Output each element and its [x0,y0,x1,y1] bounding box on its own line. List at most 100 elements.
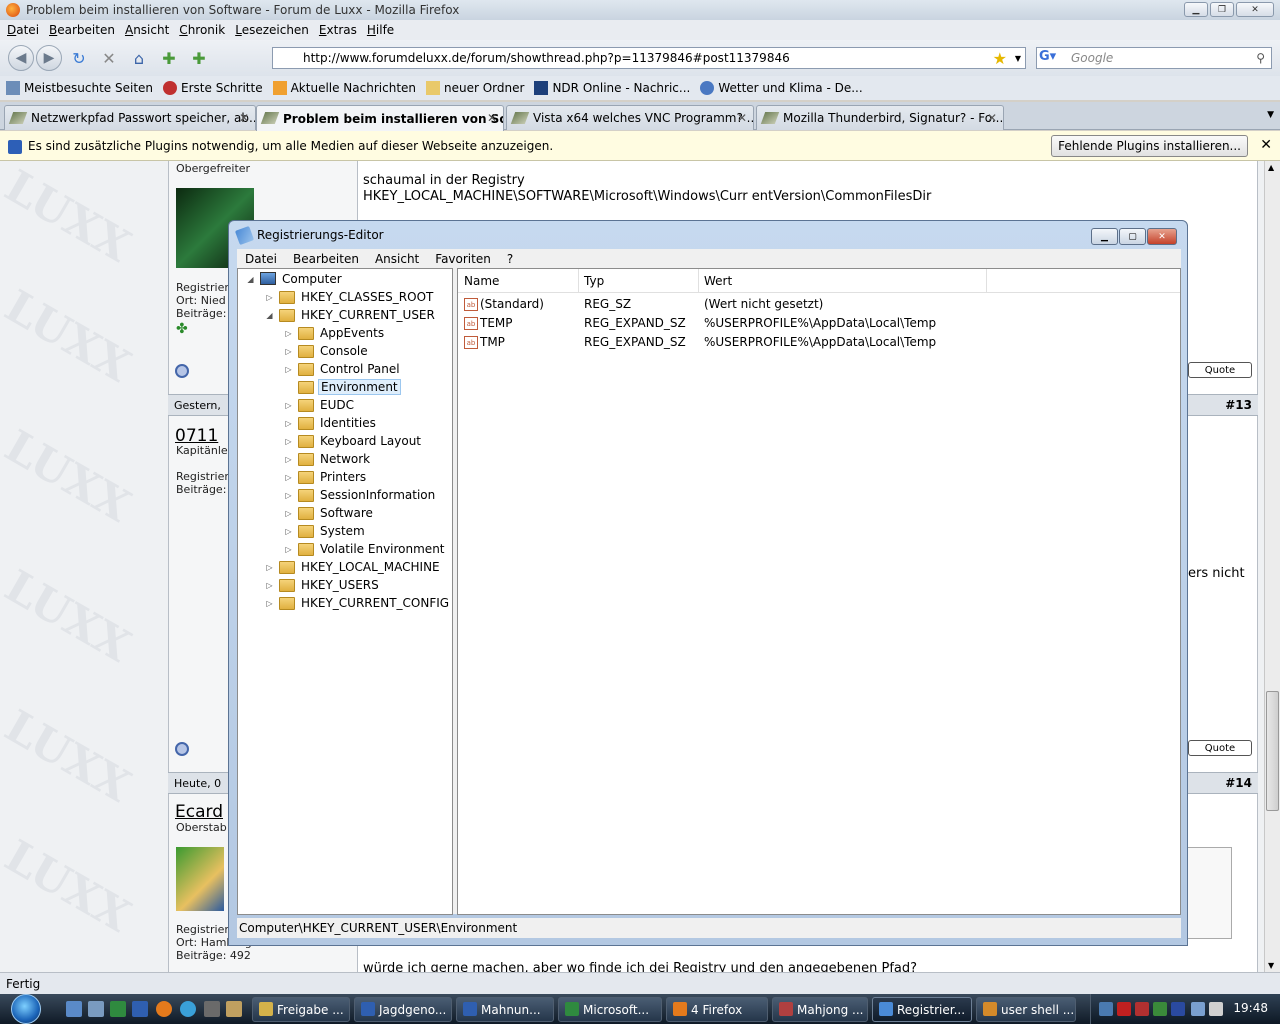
post-number-link[interactable]: #14 [1225,776,1252,790]
expand-icon[interactable]: ▷ [284,491,293,500]
expand-icon[interactable]: ▷ [265,599,274,608]
stop-icon[interactable]: ✕ [96,45,122,71]
taskbar-button[interactable]: Freigabe ... [252,997,350,1022]
menu-chronik[interactable]: Chronik [174,23,230,37]
new-bookmark-icon[interactable]: ✚ [156,45,182,71]
network-icon[interactable] [1099,1002,1113,1016]
tree-node-environment[interactable]: Environment [238,378,448,396]
monitor-icon[interactable] [1191,1002,1205,1016]
tab-netzwerkpfad[interactable]: Netzwerkpfad Passwort speicher, ab... ✕ [4,105,256,130]
tree-node-software[interactable]: ▷ Software [238,504,448,522]
tree-node-console[interactable]: ▷ Console [238,342,448,360]
expand-icon[interactable]: ▷ [284,527,293,536]
taskbar-button[interactable]: user shell ... [976,997,1076,1022]
volume-icon[interactable] [1209,1002,1223,1016]
tab-list-icon[interactable]: ▼ [1267,110,1274,120]
page-scrollbar[interactable]: ▲ ▼ [1264,161,1280,972]
expand-icon[interactable]: ▷ [284,419,293,428]
minimize-button[interactable]: ▁ [1184,2,1208,17]
regedit-menu-help[interactable]: ? [499,252,521,266]
scroll-down-icon[interactable]: ▼ [1268,961,1274,970]
column-header-value[interactable]: Wert [704,274,732,288]
tree-node-identities[interactable]: ▷ Identities [238,414,448,432]
username-link[interactable]: Ecard [175,802,223,822]
bookmark-neuer-ordner[interactable]: neuer Ordner [426,81,524,95]
url-dropdown-icon[interactable]: ▼ [1015,54,1021,63]
acrobat-icon[interactable] [1135,1002,1149,1016]
tree-node-hku[interactable]: ▷ HKEY_USERS [238,576,448,594]
url-bar[interactable]: http://www.forumdeluxx.de/forum/showthre… [272,47,1026,69]
registry-values-pane[interactable]: Name Typ Wert ab (Standard) REG_SZ (Wert… [457,268,1181,915]
word-icon[interactable] [132,1001,148,1017]
collapse-icon[interactable]: ◢ [265,311,274,320]
close-notification-icon[interactable]: ✕ [1260,137,1272,153]
tab-vista-vnc[interactable]: Vista x64 welches VNC Programm? ... ✕ [506,105,754,130]
expand-icon[interactable]: ▷ [265,563,274,572]
menu-lesezeichen[interactable]: Lesezeichen [230,23,314,37]
tree-node-sessioninformation[interactable]: ▷ SessionInformation [238,486,448,504]
expand-icon[interactable]: ▷ [284,365,293,374]
regedit-minimize-button[interactable]: ▁ [1091,228,1118,245]
column-header-type[interactable]: Typ [584,274,604,288]
quote-button[interactable]: Quote [1188,362,1252,378]
menu-extras[interactable]: Extras [314,23,362,37]
expand-icon[interactable]: ▷ [284,329,293,338]
expand-icon[interactable]: ▷ [284,455,293,464]
expand-icon[interactable]: ▷ [284,473,293,482]
expand-icon[interactable]: ▷ [284,401,293,410]
reload-icon[interactable]: ↻ [66,45,92,71]
column-header-name[interactable]: Name [464,274,499,288]
start-button[interactable] [4,994,48,1024]
tree-node-volatile-environment[interactable]: ▷ Volatile Environment [238,540,448,558]
switch-windows-icon[interactable] [88,1001,104,1017]
taskbar-button[interactable]: Jagdgeno... [354,997,452,1022]
tab-close-icon[interactable]: ✕ [987,111,997,125]
search-icon[interactable]: ⚲ [1256,51,1265,65]
expand-icon[interactable]: ▷ [265,581,274,590]
bookmark-meistbesuchte[interactable]: Meistbesuchte Seiten [6,81,153,95]
regedit-menu-datei[interactable]: Datei [237,252,285,266]
bookmark-aktuelle-nachrichten[interactable]: Aktuelle Nachrichten [272,81,416,95]
scrollbar-thumb[interactable] [1266,691,1279,811]
expand-icon[interactable]: ▷ [284,347,293,356]
regedit-maximize-button[interactable]: ▢ [1119,228,1146,245]
tree-node-hkcu[interactable]: ◢ HKEY_CURRENT_USER [238,306,448,324]
bookmark-star-icon[interactable]: ★ [993,49,1007,68]
value-row[interactable]: ab TEMP REG_EXPAND_SZ %USERPROFILE%\AppD… [458,314,1180,333]
regedit-menu-favoriten[interactable]: Favoriten [427,252,499,266]
tree-node-system[interactable]: ▷ System [238,522,448,540]
menu-ansicht[interactable]: Ansicht [120,23,174,37]
antivirus-icon[interactable] [1117,1002,1131,1016]
scroll-up-icon[interactable]: ▲ [1268,163,1274,172]
ie-icon[interactable] [180,1001,196,1017]
back-button[interactable]: ◀ [8,45,34,71]
media-icon[interactable] [1171,1002,1185,1016]
tree-node-printers[interactable]: ▷ Printers [238,468,448,486]
value-row[interactable]: ab TMP REG_EXPAND_SZ %USERPROFILE%\AppDa… [458,333,1180,352]
google-icon[interactable]: G▾ [1039,49,1065,67]
taskbar-button[interactable]: 4 Firefox [666,997,768,1022]
tree-node-hklm[interactable]: ▷ HKEY_LOCAL_MACHINE [238,558,448,576]
tree-node-control-panel[interactable]: ▷ Control Panel [238,360,448,378]
taskbar-button[interactable]: Mahjong ... [772,997,868,1022]
menu-bearbeiten[interactable]: Bearbeiten [44,23,120,37]
search-input[interactable]: G▾ Google ⚲ [1036,47,1272,69]
tool-icon[interactable] [204,1001,220,1017]
taskbar-button[interactable]: Mahnun... [456,997,554,1022]
expand-icon[interactable]: ▷ [284,509,293,518]
tree-node-hkcr[interactable]: ▷ HKEY_CLASSES_ROOT [238,288,448,306]
username-link[interactable]: 0711 [175,426,218,446]
excel-icon[interactable] [110,1001,126,1017]
tab-close-icon[interactable]: ✕ [737,111,747,125]
expand-icon[interactable]: ▷ [284,437,293,446]
quote-button[interactable]: Quote [1188,740,1252,756]
tree-node-computer[interactable]: ◢ Computer [238,270,448,288]
firefox-quicklaunch-icon[interactable] [156,1001,172,1017]
menu-datei[interactable]: Datei [2,23,44,37]
close-button[interactable]: ✕ [1236,2,1274,17]
app-icon[interactable] [226,1001,242,1017]
taskbar-button[interactable]: Microsoft... [558,997,662,1022]
expand-icon[interactable]: ▷ [284,545,293,554]
tree-node-eudc[interactable]: ▷ EUDC [238,396,448,414]
install-plugins-button[interactable]: Fehlende Plugins installieren... [1051,135,1248,157]
